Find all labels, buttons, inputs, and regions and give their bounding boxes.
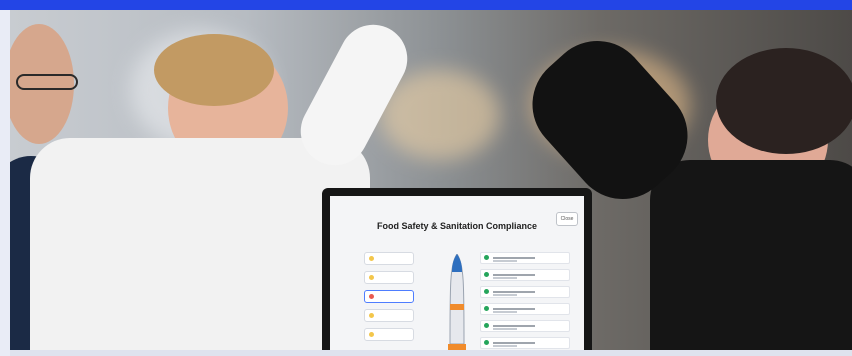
task-text-line: [493, 325, 535, 327]
task-item[interactable]: [480, 286, 570, 298]
status-dot-icon: [369, 294, 374, 299]
center-person-hair: [154, 34, 274, 106]
task-item[interactable]: [480, 269, 570, 281]
task-text-line: [493, 311, 517, 313]
monitor-screen: Close Food Safety & Sanitation Complianc…: [330, 196, 584, 350]
left-menu-item[interactable]: [364, 271, 414, 284]
rocket-illustration: [448, 254, 466, 350]
left-menu-item[interactable]: [364, 252, 414, 265]
task-text-line: [493, 260, 517, 262]
monitor: Close Food Safety & Sanitation Complianc…: [322, 188, 592, 350]
check-icon: [484, 255, 489, 260]
task-list: [480, 252, 570, 350]
screen-title: Food Safety & Sanitation Compliance: [376, 221, 538, 231]
close-button-label: Close: [560, 216, 574, 222]
task-text-line: [493, 291, 535, 293]
task-text-line: [493, 345, 517, 347]
check-icon: [484, 272, 489, 277]
top-accent-bar: [0, 0, 852, 10]
task-text-line: [493, 274, 535, 276]
task-item[interactable]: [480, 320, 570, 332]
left-accent-bar: [0, 10, 10, 356]
status-dot-icon: [369, 313, 374, 318]
left-menu-item[interactable]: [364, 328, 414, 341]
right-person-top: [650, 160, 852, 350]
close-button[interactable]: Close: [556, 212, 578, 226]
status-dot-icon: [369, 275, 374, 280]
hero-image-frame: Close Food Safety & Sanitation Complianc…: [0, 0, 852, 356]
rocket-nose-icon: [452, 254, 462, 272]
task-text-line: [493, 294, 517, 296]
rocket-band-icon: [450, 304, 464, 310]
left-menu: [364, 252, 414, 350]
check-icon: [484, 340, 489, 345]
status-dot-icon: [369, 256, 374, 261]
task-text-line: [493, 257, 535, 259]
task-item[interactable]: [480, 252, 570, 264]
task-text-line: [493, 277, 517, 279]
check-icon: [484, 306, 489, 311]
check-icon: [484, 289, 489, 294]
task-item[interactable]: [480, 303, 570, 315]
office-photo: Close Food Safety & Sanitation Complianc…: [10, 10, 852, 350]
bottom-strip: [10, 350, 852, 356]
left-menu-item[interactable]: [364, 290, 414, 303]
task-item[interactable]: [480, 337, 570, 349]
center-person-raised-arm: [288, 12, 420, 178]
task-text-line: [493, 342, 535, 344]
left-menu-item[interactable]: [364, 309, 414, 322]
right-person-hair: [716, 48, 852, 154]
task-text-line: [493, 308, 535, 310]
center-person-shirt: [30, 138, 370, 350]
status-dot-icon: [369, 332, 374, 337]
check-icon: [484, 323, 489, 328]
task-text-line: [493, 328, 517, 330]
